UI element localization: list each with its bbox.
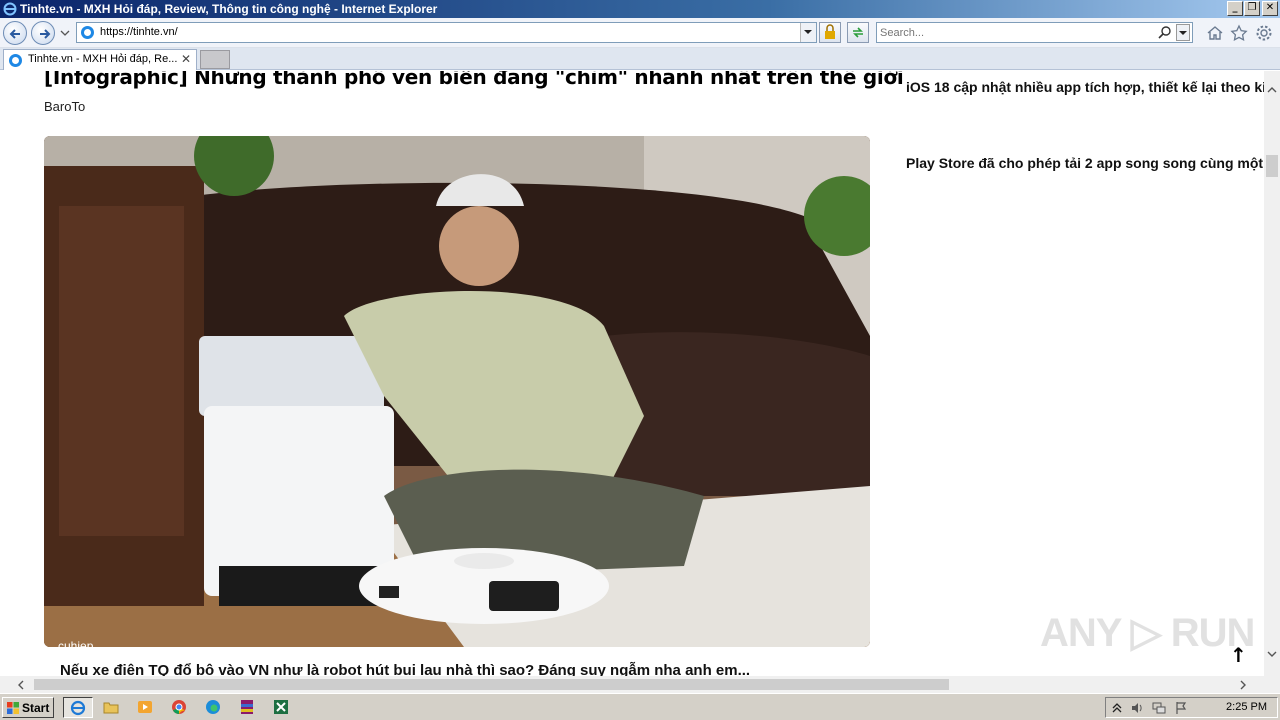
taskbar-excel-button[interactable] [267,697,297,718]
refresh-icon [853,27,863,38]
hero-photo-illustration [44,136,870,647]
sidebar-article-ios18[interactable]: iOS 18 cập nhật nhiều app tích hợp, thiế… [906,79,1264,95]
search-box[interactable] [876,22,1193,43]
window-title: Tinhte.vn - MXH Hỏi đáp, Review, Thông t… [20,2,438,16]
taskbar-explorer-button[interactable] [97,697,127,718]
start-label: Start [22,701,50,715]
article2-title-link[interactable]: Nếu xe điện TQ đổ bộ vào VN như là robot… [60,662,750,676]
new-tab-button[interactable] [200,50,230,69]
tab-row: Tinhte.vn - MXH Hỏi đáp, Re... ✕ [0,48,1280,70]
hero-image-author[interactable]: cuhiep [58,639,93,647]
page-content: [Infographic] Những thành phố ven biển đ… [0,71,1264,676]
search-input[interactable] [880,25,1150,40]
anyrun-watermark: ANY ▷ RUN [1040,611,1255,655]
tab-tinhte[interactable]: Tinhte.vn - MXH Hỏi đáp, Re... ✕ [3,49,197,70]
address-dropdown-button[interactable] [800,23,816,42]
tab-close-icon[interactable]: ✕ [181,52,191,66]
title-bar[interactable]: Tinhte.vn - MXH Hỏi đáp, Review, Thông t… [0,0,1280,18]
ie-window: Tinhte.vn - MXH Hỏi đáp, Review, Thông t… [0,0,1280,720]
taskbar-chrome-button[interactable] [165,697,195,718]
search-icon[interactable] [1158,25,1172,39]
network-icon[interactable] [1152,701,1166,715]
sidebar-article-play-store[interactable]: Play Store đã cho phép tải 2 app song so… [906,155,1264,171]
navigation-bar: https://tinhte.vn/ [0,18,1280,48]
ie-logo-icon [3,2,17,16]
refresh-button[interactable] [847,22,869,43]
excel-icon [274,700,288,714]
tinhte-favicon-icon [81,26,94,39]
security-lock-button[interactable] [819,22,841,43]
hero-image[interactable]: cuhiep [44,136,870,647]
taskbar: Start 2:25 PM [0,693,1280,720]
chevron-down-icon [804,30,812,34]
back-to-top-button[interactable]: ↑ [1230,643,1247,667]
vertical-scroll-thumb[interactable] [1266,155,1278,177]
address-url: https://tinhte.vn/ [100,26,178,38]
scroll-up-icon[interactable] [1266,85,1278,95]
horizontal-scroll-thumb[interactable] [34,679,949,690]
back-arrow-icon [9,29,20,39]
chrome-icon [172,700,186,714]
article-author[interactable]: BaroTo [44,99,85,114]
scroll-down-icon[interactable] [1266,649,1278,659]
article-title-link[interactable]: [Infographic] Những thành phố ven biển đ… [44,71,904,89]
media-player-icon [138,701,152,713]
scrollbar-corner [1264,676,1280,693]
address-bar[interactable]: https://tinhte.vn/ [76,22,817,43]
taskbar-ie-button[interactable] [63,697,93,718]
windows-flag-icon [7,702,19,714]
start-button[interactable]: Start [2,697,54,718]
search-dropdown-icon[interactable] [1176,24,1190,41]
ie-icon [70,700,86,716]
scroll-right-icon[interactable] [1238,679,1248,691]
taskbar-media-player-button[interactable] [131,697,161,718]
close-window-button[interactable]: ✕ [1262,1,1278,16]
horizontal-scrollbar[interactable] [0,676,1264,693]
favorites-star-icon[interactable] [1230,24,1248,42]
minimize-button[interactable]: _ [1227,1,1243,16]
scroll-left-icon[interactable] [16,679,26,691]
taskbar-winrar-button[interactable] [233,697,263,718]
home-icon[interactable] [1206,24,1224,42]
taskbar-clock[interactable]: 2:25 PM [1226,701,1267,713]
folder-icon [103,702,119,714]
action-center-flag-icon[interactable] [1174,701,1188,715]
winrar-icon [241,700,253,714]
taskbar-edge-button[interactable] [199,697,229,718]
restore-button[interactable]: ❐ [1244,1,1260,16]
tinhte-favicon-icon [9,54,22,67]
gear-icon[interactable] [1255,24,1273,42]
tray-expand-icon[interactable] [1110,701,1124,715]
tab-label: Tinhte.vn - MXH Hỏi đáp, Re... [28,53,178,65]
history-dropdown-icon[interactable] [60,28,70,38]
forward-arrow-icon [40,29,51,39]
lock-icon [825,24,835,39]
vertical-scrollbar[interactable] [1264,71,1280,676]
back-button[interactable] [3,21,27,45]
edge-icon [206,700,220,714]
forward-button[interactable] [31,21,55,45]
system-tray: 2:25 PM [1105,697,1278,718]
volume-icon[interactable] [1130,701,1144,715]
